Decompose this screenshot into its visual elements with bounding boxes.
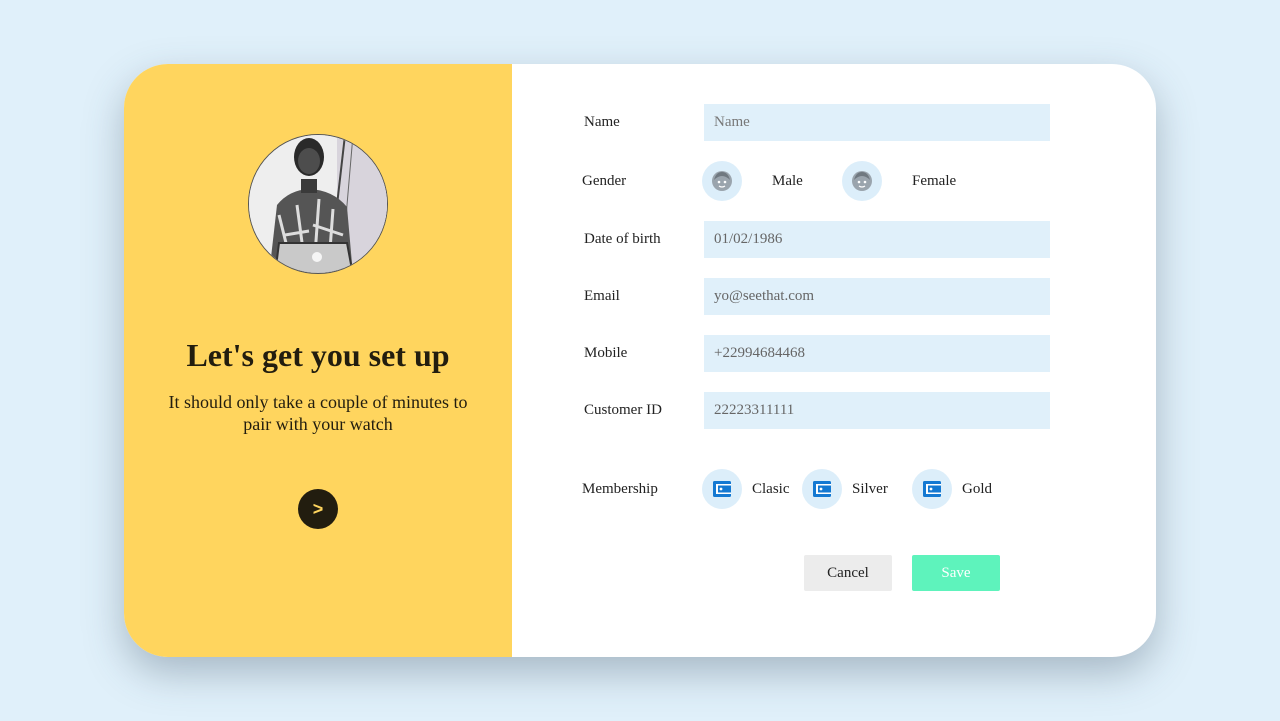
membership-clasic-label: Clasic: [752, 481, 790, 497]
membership-silver-radio[interactable]: [802, 469, 842, 509]
page-subtitle: It should only take a couple of minutes …: [168, 392, 468, 434]
intro-panel: Let's get you set up It should only take…: [124, 64, 512, 657]
cancel-button[interactable]: Cancel: [804, 555, 892, 591]
wallet-icon: [813, 481, 831, 497]
membership-clasic-radio[interactable]: [702, 469, 742, 509]
face-icon: [712, 171, 732, 191]
customer-id-field[interactable]: [704, 392, 1050, 429]
membership-gold-label: Gold: [962, 481, 992, 497]
page-title: Let's get you set up: [186, 337, 450, 373]
next-button[interactable]: >: [298, 489, 338, 529]
face-icon: [852, 171, 872, 191]
dob-label: Date of birth: [584, 231, 661, 247]
gender-female-radio[interactable]: [842, 161, 882, 201]
customer-id-label: Customer ID: [584, 402, 662, 418]
mobile-label: Mobile: [584, 345, 628, 361]
wallet-icon: [923, 481, 941, 497]
avatar: [248, 134, 388, 274]
membership-label: Membership: [582, 481, 658, 497]
wallet-icon: [713, 481, 731, 497]
name-field[interactable]: [704, 104, 1050, 141]
name-label: Name: [584, 114, 620, 130]
setup-card: Let's get you set up It should only take…: [124, 64, 1156, 657]
email-field[interactable]: [704, 278, 1050, 315]
save-button[interactable]: Save: [912, 555, 1000, 591]
dob-field[interactable]: [704, 221, 1050, 258]
gender-female-label: Female: [912, 173, 957, 189]
mobile-field[interactable]: [704, 335, 1050, 372]
email-label: Email: [584, 288, 620, 304]
gender-label: Gender: [582, 173, 627, 189]
form-panel: Name Gender Male Female Date of birth: [512, 64, 1156, 657]
gender-male-radio[interactable]: [702, 161, 742, 201]
membership-gold-radio[interactable]: [912, 469, 952, 509]
gender-male-label: Male: [772, 173, 803, 189]
membership-silver-label: Silver: [852, 481, 888, 497]
